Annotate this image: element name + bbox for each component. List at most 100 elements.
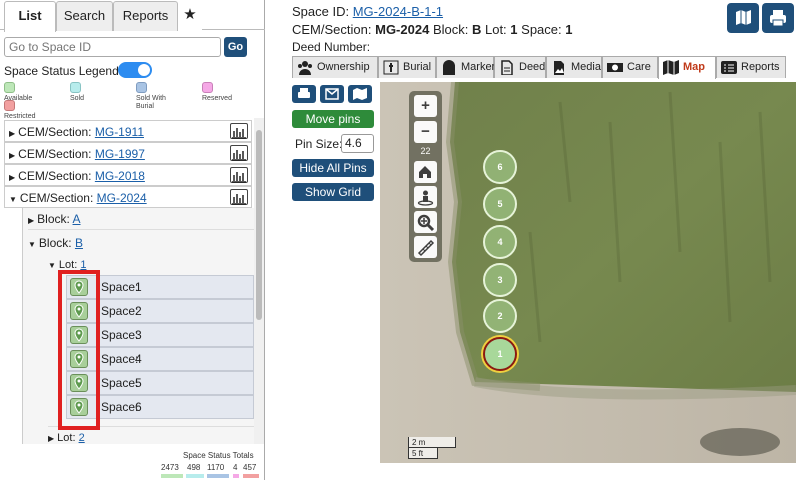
tree-section-mg-2018[interactable]: ▶ CEM/Section: MG-2018 bbox=[4, 164, 252, 186]
tree-scroll-thumb[interactable] bbox=[256, 130, 262, 320]
print-button[interactable] bbox=[762, 3, 794, 33]
total-bar-available bbox=[161, 474, 183, 478]
tab-ownership[interactable]: Ownership bbox=[292, 56, 378, 78]
ruler-icon bbox=[417, 239, 435, 257]
map-pin[interactable]: 6 bbox=[483, 150, 517, 184]
tree-section-mg-1911[interactable]: ▶ CEM/Section: MG-1911 bbox=[4, 120, 252, 142]
tab-reports[interactable]: Reports bbox=[716, 56, 786, 78]
tab-label: Media bbox=[571, 61, 601, 73]
map-pin-selected[interactable]: 1 bbox=[483, 337, 517, 371]
block-value: B bbox=[471, 22, 482, 37]
space-label: Space: bbox=[101, 400, 139, 414]
tab-favorites[interactable]: ★ bbox=[178, 1, 202, 31]
legend-swatch bbox=[202, 82, 213, 93]
map-pin[interactable]: 4 bbox=[483, 225, 517, 259]
satellite-map[interactable]: + − 22 6 5 4 3 2 1 2 m 5 ft bbox=[380, 82, 796, 463]
legend-label: Sold With Burial bbox=[136, 95, 166, 110]
cem-label: CEM/Section: bbox=[292, 22, 372, 37]
zoom-in-button[interactable]: + bbox=[414, 95, 437, 117]
tree-section-mg-2024[interactable]: ▼ CEM/Section: MG-2024 bbox=[4, 186, 252, 208]
tab-deed[interactable]: Deed bbox=[494, 56, 546, 78]
section-link[interactable]: MG-1911 bbox=[95, 125, 144, 139]
space-label: Space: bbox=[101, 352, 139, 366]
collapse-icon[interactable]: ▼ bbox=[48, 261, 56, 270]
space-id-link[interactable]: MG-2024-B-1-1 bbox=[353, 4, 443, 19]
map-pin[interactable]: 3 bbox=[483, 263, 517, 297]
hide-all-pins-button[interactable]: Hide All Pins bbox=[292, 159, 374, 177]
tab-media[interactable]: Media bbox=[546, 56, 602, 78]
tab-map[interactable]: Map bbox=[658, 56, 716, 79]
email-button[interactable] bbox=[320, 85, 344, 103]
collapse-icon[interactable]: ▼ bbox=[9, 195, 17, 204]
chart-icon[interactable] bbox=[230, 123, 248, 139]
tab-label: Reports bbox=[741, 61, 780, 73]
go-button[interactable]: Go bbox=[224, 37, 247, 57]
detail-tabs: Ownership Burial Marker Deed Media Care … bbox=[292, 56, 786, 79]
tree-block-a[interactable]: ▶ Block: A bbox=[28, 208, 254, 230]
map-scale: 2 m 5 ft bbox=[408, 437, 456, 459]
pin-size-input[interactable]: 4.6 bbox=[341, 134, 374, 153]
section-prefix: CEM/Section: bbox=[19, 191, 94, 205]
tab-reports[interactable]: Reports bbox=[113, 1, 178, 31]
section-link[interactable]: MG-2024 bbox=[97, 191, 147, 205]
expand-icon[interactable]: ▶ bbox=[28, 216, 34, 225]
envelope-icon bbox=[325, 88, 339, 100]
space-number: 5 bbox=[135, 376, 142, 390]
chart-icon[interactable] bbox=[230, 145, 248, 161]
zoom-level: 22 bbox=[420, 146, 431, 156]
tab-label: Marker bbox=[461, 61, 496, 73]
measure-button[interactable] bbox=[414, 236, 437, 258]
tab-marker[interactable]: Marker bbox=[436, 56, 496, 78]
map-zoom-controls: + − 22 bbox=[409, 91, 442, 262]
zoom-out-button[interactable]: − bbox=[414, 121, 437, 143]
document-icon bbox=[501, 60, 513, 75]
block-link[interactable]: B bbox=[75, 236, 83, 250]
space-label: Space: bbox=[101, 304, 139, 318]
map-pin[interactable]: 2 bbox=[483, 299, 517, 333]
tab-search[interactable]: Search bbox=[56, 1, 113, 31]
chart-icon[interactable] bbox=[230, 189, 248, 205]
space-label: Space: bbox=[101, 376, 139, 390]
total-available: 2473 bbox=[161, 463, 179, 472]
zoom-area-button[interactable] bbox=[414, 211, 437, 233]
home-button[interactable] bbox=[414, 161, 437, 183]
total-reserved: 4 bbox=[233, 463, 238, 472]
map-pin[interactable]: 5 bbox=[483, 187, 517, 221]
scale-metric: 2 m bbox=[408, 437, 456, 448]
show-grid-button[interactable]: Show Grid bbox=[292, 183, 374, 201]
cem-value: MG-2024 bbox=[375, 22, 430, 37]
legend-toggle[interactable] bbox=[118, 62, 152, 78]
printer-icon bbox=[298, 88, 310, 98]
locate-button[interactable] bbox=[414, 186, 437, 208]
expand-icon[interactable]: ▶ bbox=[9, 173, 15, 182]
print-map-button[interactable] bbox=[292, 85, 316, 103]
section-prefix: CEM/Section: bbox=[18, 125, 92, 139]
pin-size-label: Pin Size: bbox=[295, 137, 343, 151]
section-link[interactable]: MG-1997 bbox=[95, 147, 145, 161]
section-prefix: CEM/Section: bbox=[18, 147, 92, 161]
lot-value: 1 bbox=[510, 22, 518, 37]
collapse-icon[interactable]: ▼ bbox=[28, 240, 36, 249]
goto-space-input[interactable] bbox=[4, 37, 221, 57]
map-icon bbox=[663, 60, 679, 75]
tab-burial[interactable]: Burial bbox=[378, 56, 436, 78]
move-pins-button[interactable]: Move pins bbox=[292, 110, 374, 128]
tree-block-b[interactable]: ▼ Block: B bbox=[28, 232, 254, 254]
tab-list[interactable]: List bbox=[4, 1, 56, 32]
map-view-button[interactable] bbox=[727, 3, 759, 33]
list-icon bbox=[721, 61, 737, 74]
legend-swatch bbox=[70, 82, 81, 93]
expand-icon[interactable]: ▶ bbox=[9, 129, 15, 138]
expand-icon[interactable]: ▶ bbox=[9, 151, 15, 160]
legend-swatch bbox=[4, 100, 15, 111]
tab-care[interactable]: Care bbox=[602, 56, 658, 78]
chart-icon[interactable] bbox=[230, 167, 248, 183]
map-layers-button[interactable] bbox=[348, 85, 372, 103]
section-link[interactable]: MG-2018 bbox=[95, 169, 145, 183]
expand-icon[interactable]: ▶ bbox=[48, 434, 54, 443]
lot-link[interactable]: 2 bbox=[79, 432, 85, 444]
block-link[interactable]: A bbox=[73, 212, 81, 226]
space-label: Space: bbox=[101, 280, 139, 294]
lot-label: Lot: bbox=[484, 22, 507, 37]
tree-section-mg-1997[interactable]: ▶ CEM/Section: MG-1997 bbox=[4, 142, 252, 164]
